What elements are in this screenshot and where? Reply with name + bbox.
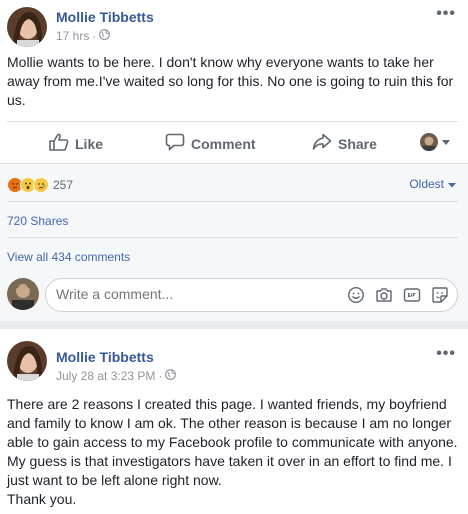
commenter-avatar <box>7 278 39 310</box>
author-name[interactable]: Mollie Tibbetts <box>56 9 154 25</box>
share-label: Share <box>338 135 377 152</box>
viewer-avatar-selector[interactable] <box>420 133 450 151</box>
post-text: There are 2 reasons I created this page.… <box>7 395 458 509</box>
viewer-avatar <box>420 133 438 151</box>
reaction-count[interactable]: 257 <box>53 178 73 192</box>
shares-link[interactable]: 720 Shares <box>7 214 68 228</box>
comment-button[interactable]: Comment <box>165 133 256 154</box>
sticker-icon[interactable] <box>431 286 449 304</box>
reaction-summary[interactable]: 257 <box>7 177 73 193</box>
globe-icon[interactable] <box>165 369 177 383</box>
like-button[interactable]: Like <box>49 133 103 154</box>
post-text-body: There are 2 reasons I created this page.… <box>7 396 458 488</box>
post-timestamp[interactable]: July 28 at 3:23 PM <box>56 369 155 383</box>
camera-icon[interactable] <box>375 286 393 304</box>
like-icon <box>49 133 69 154</box>
share-icon <box>312 133 332 154</box>
divider <box>7 201 458 202</box>
gif-icon[interactable] <box>403 286 421 304</box>
post-meta: July 28 at 3:23 PM · <box>56 369 177 383</box>
divider <box>0 163 468 164</box>
post-meta: 17 hrs · <box>56 29 111 43</box>
globe-icon[interactable] <box>99 29 111 43</box>
view-all-comments-link[interactable]: View all 434 comments <box>7 250 130 264</box>
share-button[interactable]: Share <box>312 133 377 154</box>
divider <box>7 237 458 238</box>
reaction-sad-icon <box>33 177 49 193</box>
post-text-signoff: Thank you. <box>7 491 77 507</box>
feedback-area: 257 Oldest 720 Shares View all 434 comme… <box>0 163 468 321</box>
author-avatar[interactable] <box>7 7 47 47</box>
comment-input-box[interactable] <box>45 278 458 312</box>
comment-input[interactable] <box>56 286 336 302</box>
divider <box>7 121 458 122</box>
comment-sort-dropdown[interactable]: Oldest <box>409 177 456 191</box>
post-timestamp[interactable]: 17 hrs <box>56 29 89 43</box>
meta-separator: · <box>158 369 163 383</box>
meta-separator: · <box>92 29 97 43</box>
post-card: Mollie Tibbetts 17 hrs · ••• Mollie want… <box>0 0 468 321</box>
chevron-down-icon <box>448 177 456 191</box>
comment-icon <box>165 133 185 154</box>
chevron-down-icon <box>442 133 450 151</box>
post-card: Mollie Tibbetts July 28 at 3:23 PM · •••… <box>0 329 468 514</box>
author-avatar[interactable] <box>7 341 47 381</box>
author-name[interactable]: Mollie Tibbetts <box>56 349 154 365</box>
comment-attachment-icons <box>347 286 449 304</box>
more-icon[interactable]: ••• <box>436 345 456 363</box>
post-text: Mollie wants to be here. I don't know wh… <box>7 54 454 108</box>
comment-label: Comment <box>191 135 256 152</box>
like-label: Like <box>75 135 104 152</box>
sort-label: Oldest <box>409 177 444 191</box>
emoji-icon[interactable] <box>347 286 365 304</box>
more-icon[interactable]: ••• <box>436 5 456 23</box>
post-actions: Like Comment Share <box>0 125 468 161</box>
